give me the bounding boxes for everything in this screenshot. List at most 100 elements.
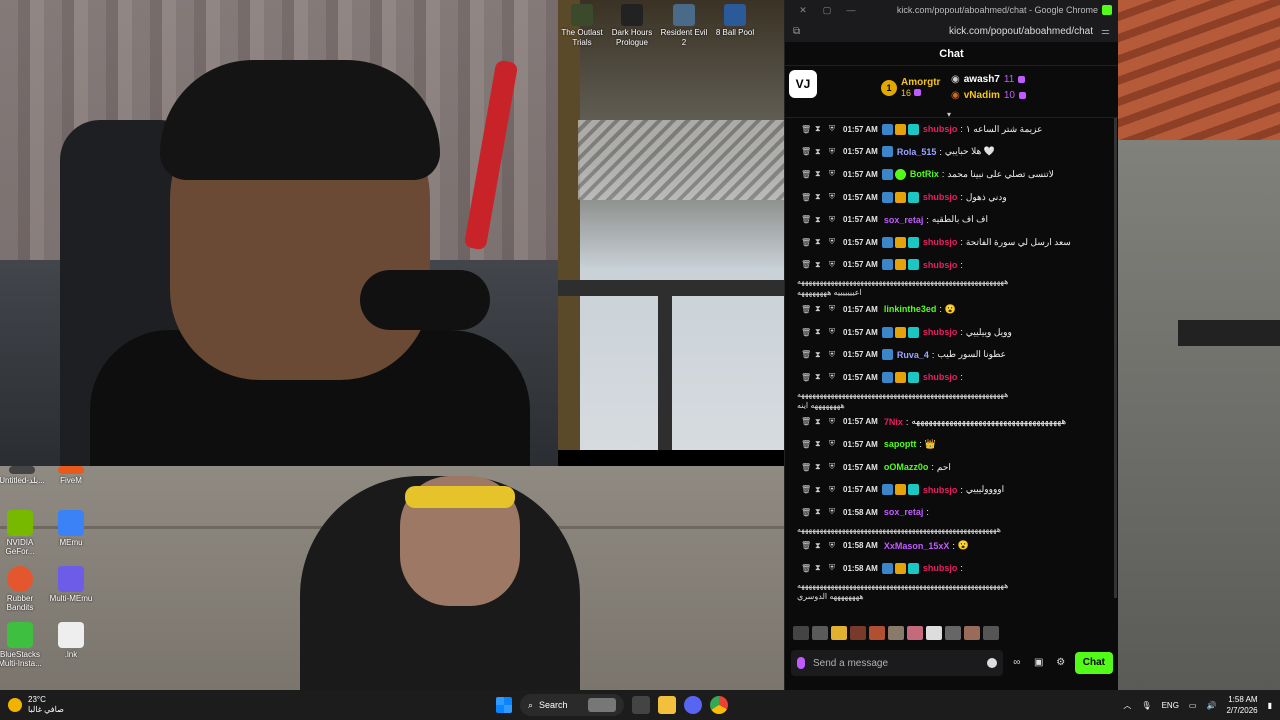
chat-message[interactable]: 🗑 ⧗ ⛨ 01:57 AM shubsjo:	[785, 366, 1119, 389]
shortcut-outlast[interactable]: The Outlast Trials	[557, 4, 607, 48]
volume-icon[interactable]: 🔊	[1206, 701, 1216, 710]
timeout-icon[interactable]: ⧗	[815, 215, 829, 225]
timeout-icon[interactable]: ⧗	[815, 169, 829, 179]
delete-icon[interactable]: 🗑	[801, 170, 815, 179]
ban-icon[interactable]: ⛨	[829, 372, 843, 382]
message-username[interactable]: shubsjo	[923, 372, 958, 382]
ban-icon[interactable]: ⛨	[829, 507, 843, 517]
store-icon[interactable]: ▣	[1031, 655, 1047, 671]
shortcut-resident-evil[interactable]: Resident Evil 2	[659, 4, 709, 48]
chat-message[interactable]: 🗑 ⧗ ⛨ 01:58 AM sox_retaj:	[785, 501, 1119, 524]
ban-icon[interactable]: ⛨	[829, 439, 843, 449]
notification-icon[interactable]: ▮	[1268, 701, 1272, 710]
delete-icon[interactable]: 🗑	[801, 193, 815, 202]
ban-icon[interactable]: ⛨	[829, 215, 843, 225]
message-input[interactable]: Send a message	[791, 650, 1003, 676]
chat-message[interactable]: 🗑 ⧗ ⛨ 01:57 AM sox_retaj: اف اف بالطقيه	[785, 208, 1119, 231]
timeout-icon[interactable]: ⧗	[815, 541, 829, 551]
message-username[interactable]: BotRix	[910, 169, 939, 179]
ban-icon[interactable]: ⛨	[829, 327, 843, 337]
language-indicator[interactable]: ENG	[1162, 701, 1179, 710]
delete-icon[interactable]: 🗑	[801, 305, 815, 314]
emote-icon[interactable]	[964, 626, 980, 640]
start-icon[interactable]	[496, 697, 512, 713]
chat-message[interactable]: 🗑 ⧗ ⛨ 01:57 AM Ruva_4: عطونا السور طيب	[785, 343, 1119, 366]
delete-icon[interactable]: 🗑	[801, 541, 815, 550]
send-chat-button[interactable]: Chat	[1074, 652, 1113, 674]
desktop-icon-rubber-bandits[interactable]: Rubber Bandits	[0, 566, 46, 612]
delete-icon[interactable]: 🗑	[801, 417, 815, 426]
desktop-icon-nvidia[interactable]: NVIDIA GeFor...	[0, 510, 46, 556]
timeout-icon[interactable]: ⧗	[815, 372, 829, 382]
delete-icon[interactable]: 🗑	[801, 328, 815, 337]
site-info-icon[interactable]: ⧉	[793, 26, 800, 37]
ban-icon[interactable]: ⛨	[829, 237, 843, 247]
task-view-icon[interactable]	[632, 696, 650, 714]
emote-icon[interactable]	[793, 626, 809, 640]
desktop-icon-multi-memu[interactable]: Multi-MEmu	[45, 566, 97, 603]
message-username[interactable]: linkinthe3ed	[884, 304, 937, 314]
message-username[interactable]: oOMazz0o	[884, 462, 929, 472]
message-username[interactable]: sox_retaj	[884, 215, 924, 225]
chrome-icon[interactable]	[710, 696, 728, 714]
ban-icon[interactable]: ⛨	[829, 485, 843, 495]
chat-message[interactable]: 🗑 ⧗ ⛨ 01:57 AM sapoptt: 👑	[785, 433, 1119, 456]
chat-message[interactable]: 🗑 ⧗ ⛨ 01:57 AM shubsjo: عزيمة شتر الساعه ١	[785, 118, 1119, 141]
chat-message[interactable]: 🗑 ⧗ ⛨ 01:57 AM oOMazz0o: احم	[785, 456, 1119, 479]
maximize-icon[interactable]: ▢	[815, 5, 839, 16]
close-icon[interactable]: ✕	[791, 5, 815, 16]
ban-icon[interactable]: ⛨	[829, 462, 843, 472]
timeout-icon[interactable]: ⧗	[815, 327, 829, 337]
message-username[interactable]: shubsjo	[923, 192, 958, 202]
chat-message[interactable]: 🗑 ⧗ ⛨ 01:58 AM XxMason_15xX: 😮	[785, 535, 1119, 558]
timeout-icon[interactable]: ⧗	[815, 192, 829, 202]
ban-icon[interactable]: ⛨	[829, 169, 843, 179]
shortcut-dark-hours[interactable]: Dark Hours Prologue	[607, 4, 657, 48]
weather-widget[interactable]: 23°C صافي غالبا	[8, 693, 98, 717]
delete-icon[interactable]: 🗑	[801, 147, 815, 156]
timeout-icon[interactable]: ⧗	[815, 350, 829, 360]
clock[interactable]: 1:58 AM 2/7/2026	[1226, 694, 1257, 716]
timeout-icon[interactable]: ⧗	[815, 439, 829, 449]
emote-icon[interactable]	[888, 626, 904, 640]
timeout-icon[interactable]: ⧗	[815, 260, 829, 270]
desktop-icon-fivem[interactable]: FiveM	[45, 466, 97, 485]
leaderboard-entry[interactable]: ◉ awash7 11	[951, 72, 1026, 86]
emote-icon[interactable]	[812, 626, 828, 640]
ban-icon[interactable]: ⛨	[829, 124, 843, 134]
settings-icon[interactable]: ⚙	[1053, 655, 1069, 671]
discord-icon[interactable]	[684, 696, 702, 714]
delete-icon[interactable]: 🗑	[801, 238, 815, 247]
emote-icon[interactable]	[907, 626, 923, 640]
emote-icon[interactable]	[945, 626, 961, 640]
desktop-icon-untitled[interactable]: Untitled-بلد...	[0, 466, 48, 485]
chat-message[interactable]: 🗑 ⧗ ⛨ 01:57 AM Rola_515: هلا حبايبي 🤍	[785, 141, 1119, 164]
desktop-icon-lnk[interactable]: .lnk	[45, 622, 97, 659]
microphone-icon[interactable]	[797, 657, 805, 669]
ban-icon[interactable]: ⛨	[829, 192, 843, 202]
message-username[interactable]: Rola_515	[897, 147, 937, 157]
chat-message[interactable]: 🗑 ⧗ ⛨ 01:57 AM shubsjo: سعد ارسل لي سورة الفا…	[785, 231, 1119, 254]
desktop-icon-memu[interactable]: MEmu	[45, 510, 97, 547]
delete-icon[interactable]: 🗑	[801, 440, 815, 449]
emoji-icon[interactable]	[986, 658, 997, 668]
minimize-icon[interactable]: —	[839, 5, 863, 15]
file-explorer-icon[interactable]	[658, 696, 676, 714]
chat-message[interactable]: 🗑 ⧗ ⛨ 01:57 AM BotRix: لاتنسى تصلي على نبينا …	[785, 163, 1119, 186]
chat-message[interactable]: 🗑 ⧗ ⛨ 01:58 AM shubsjo:	[785, 557, 1119, 580]
message-username[interactable]: shubsjo	[923, 485, 958, 495]
ban-icon[interactable]: ⛨	[829, 563, 843, 573]
ban-icon[interactable]: ⛨	[829, 147, 843, 157]
message-username[interactable]: shubsjo	[923, 124, 958, 134]
taskbar-search[interactable]: ⌕ Search	[520, 694, 624, 716]
delete-icon[interactable]: 🗑	[801, 260, 815, 269]
emote-icon[interactable]	[926, 626, 942, 640]
message-username[interactable]: shubsjo	[923, 260, 958, 270]
timeout-icon[interactable]: ⧗	[815, 417, 829, 427]
timeout-icon[interactable]: ⧗	[815, 237, 829, 247]
message-username[interactable]: shubsjo	[923, 327, 958, 337]
desktop-icon-bluestacks[interactable]: BlueStacks Multi-Insta...	[0, 622, 46, 668]
message-username[interactable]: 7Nix	[884, 417, 903, 427]
delete-icon[interactable]: 🗑	[801, 463, 815, 472]
url-text[interactable]: kick.com/popout/aboahmed/chat	[800, 26, 1101, 37]
